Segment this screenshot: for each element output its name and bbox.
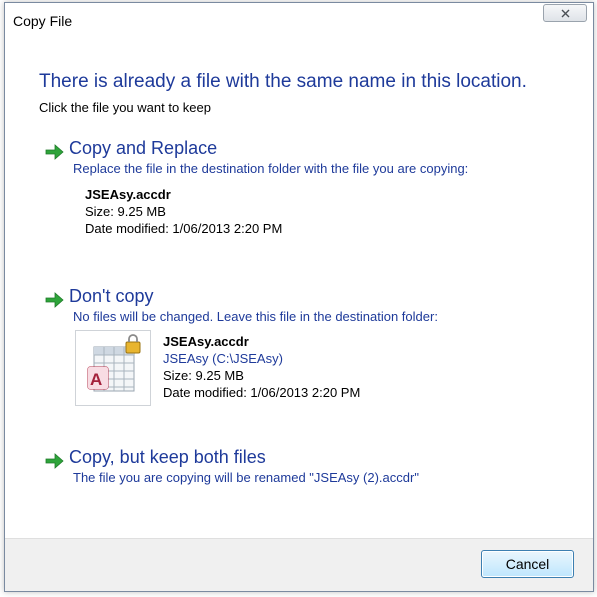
copy-and-replace-option[interactable]: Copy and Replace Replace the file in the…	[45, 138, 565, 248]
cancel-button[interactable]: Cancel	[481, 550, 574, 578]
main-heading: There is already a file with the same na…	[39, 71, 527, 92]
window-title: Copy File	[13, 13, 73, 29]
access-database-locked-icon: A	[87, 334, 141, 392]
green-arrow-icon	[45, 144, 64, 160]
sub-heading: Click the file you want to keep	[39, 100, 211, 115]
copy-and-replace-description: Replace the file in the destination fold…	[73, 161, 469, 176]
dialog-footer: Cancel	[5, 538, 593, 591]
dont-copy-file-info: JSEAsy.accdr JSEAsy (C:\JSEAsy) Size: 9.…	[163, 333, 360, 401]
copy-and-replace-title: Copy and Replace	[69, 138, 218, 158]
green-arrow-icon	[45, 292, 64, 308]
copy-keep-both-description: The file you are copying will be renamed…	[73, 470, 419, 485]
copy-keep-both-option[interactable]: Copy, but keep both files The file you a…	[45, 447, 565, 493]
close-x-icon	[561, 9, 570, 18]
replace-file-date: Date modified: 1/06/2013 2:20 PM	[85, 221, 283, 236]
dont-copy-file-name: JSEAsy.accdr	[163, 334, 249, 349]
replace-file-name: JSEAsy.accdr	[85, 187, 171, 202]
title-bar: Copy File	[5, 3, 593, 33]
green-arrow-icon	[45, 453, 64, 469]
svg-text:A: A	[90, 370, 102, 389]
close-button[interactable]	[543, 4, 587, 22]
dont-copy-file-date: Date modified: 1/06/2013 2:20 PM	[163, 385, 361, 400]
dont-copy-file-size: Size: 9.25 MB	[163, 368, 244, 383]
dont-copy-description: No files will be changed. Leave this fil…	[73, 309, 438, 324]
dont-copy-file-path: JSEAsy (C:\JSEAsy)	[163, 351, 283, 366]
copy-keep-both-title: Copy, but keep both files	[69, 447, 266, 467]
file-thumbnail: A	[75, 330, 151, 406]
replace-file-size: Size: 9.25 MB	[85, 204, 166, 219]
replace-file-info: JSEAsy.accdr Size: 9.25 MB Date modified…	[85, 186, 282, 237]
dont-copy-title: Don't copy	[69, 286, 154, 306]
copy-file-dialog: Copy File There is already a file with t…	[4, 2, 594, 592]
